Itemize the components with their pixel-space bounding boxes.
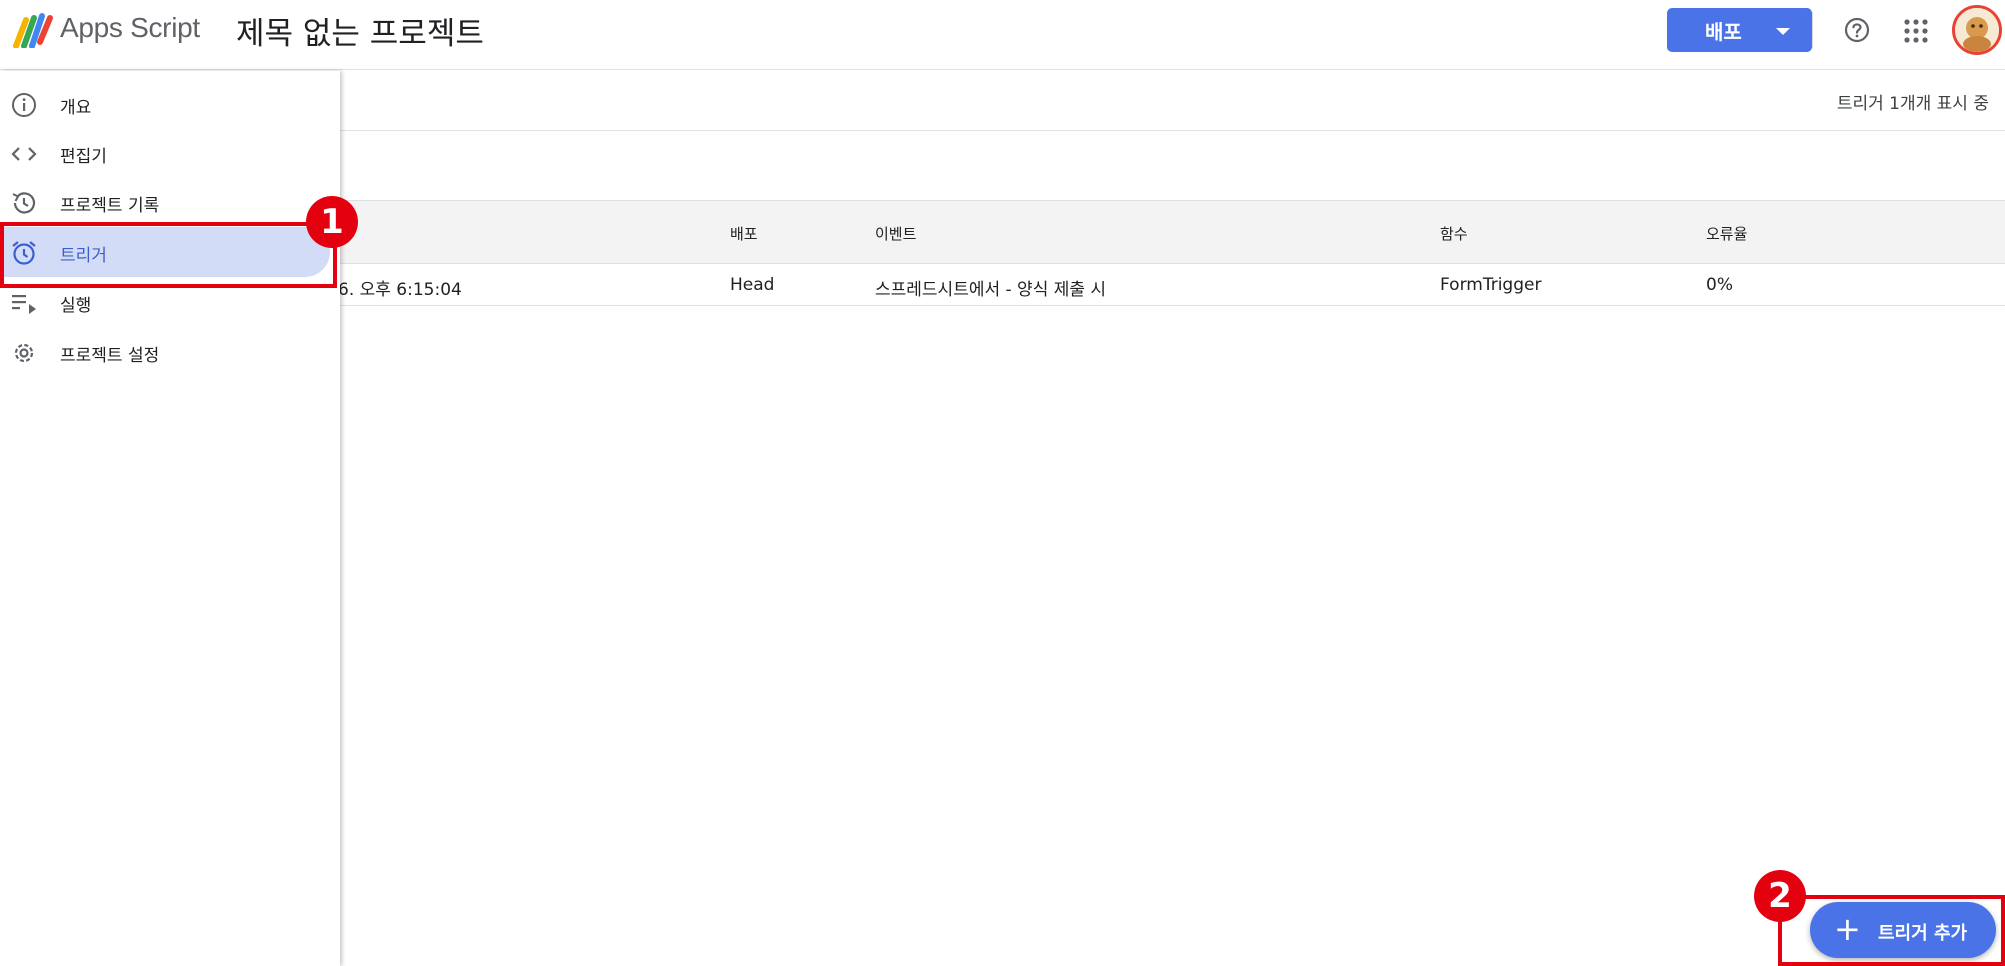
nav-item-label: 개요: [60, 98, 92, 118]
info-icon: [12, 93, 36, 117]
cell-error-rate: 0%: [1706, 275, 1733, 295]
help-icon[interactable]: [1843, 16, 1871, 44]
code-icon: [11, 147, 37, 161]
alarm-icon: [12, 241, 36, 265]
nav-item-label: 트리거: [60, 246, 107, 266]
google-apps-grid-icon[interactable]: [1903, 18, 1929, 44]
nav-item-overview[interactable]: 개요: [0, 79, 330, 129]
column-header-event[interactable]: 이벤트: [875, 223, 916, 244]
nav-item-triggers[interactable]: 트리거: [0, 227, 330, 277]
table-row[interactable]: 6. 오후 6:15:04 Head 스프레드시트에서 - 양식 제출 시 Fo…: [338, 264, 2005, 306]
cell-deployment: Head: [730, 275, 775, 295]
trigger-count-text: 트리거 1개개 표시 중: [1836, 94, 1989, 114]
add-trigger-button[interactable]: + 트리거 추가: [1810, 902, 1996, 958]
nav-item-label: 실행: [60, 296, 92, 316]
nav-item-editor[interactable]: 편집기: [0, 128, 330, 178]
avatar-image-icon: [1955, 8, 1999, 52]
nav-item-label: 프로젝트 설정: [60, 346, 160, 366]
caret-down-icon: [1776, 28, 1790, 35]
column-header-deployment[interactable]: 배포: [730, 223, 758, 244]
cell-last-run: 6. 오후 6:15:04: [338, 280, 462, 300]
nav-item-project-history[interactable]: 프로젝트 기록: [0, 177, 330, 227]
nav-item-label: 프로젝트 기록: [60, 196, 160, 216]
nav-item-project-settings[interactable]: 프로젝트 설정: [0, 327, 330, 377]
nav-item-executions[interactable]: 실행: [0, 277, 330, 327]
apps-script-logo-icon[interactable]: [12, 12, 54, 48]
header-divider: [1812, 12, 1813, 48]
deploy-button-label: 배포: [1705, 19, 1742, 44]
column-header-error-rate[interactable]: 오류율: [1706, 223, 1747, 244]
cell-function: FormTrigger: [1440, 275, 1542, 295]
nav-item-label: 편집기: [60, 147, 107, 167]
column-header-function[interactable]: 함수: [1440, 223, 1468, 244]
trigger-count-bar: 트리거 1개개 표시 중: [340, 71, 2005, 131]
executions-icon: [12, 295, 36, 314]
plus-icon: +: [1834, 910, 1861, 948]
annotation-badge-1: 1: [306, 196, 358, 248]
cell-event: 스프레드시트에서 - 양식 제출 시: [875, 280, 1107, 300]
deploy-button[interactable]: 배포: [1667, 8, 1812, 52]
table-header: 배포 이벤트 함수 오류율: [340, 200, 2005, 264]
triggers-panel: 트리거 1개개 표시 중 배포 이벤트 함수 오류율 6. 오후 6:15:04…: [338, 71, 2005, 966]
account-avatar[interactable]: [1952, 5, 2002, 55]
brand-name[interactable]: Apps Script: [60, 12, 200, 44]
gear-icon: [14, 343, 34, 363]
left-navigation-drawer: 개요 편집기 프로젝트 기록 트리거 실행 프로젝트 설정: [0, 71, 340, 966]
project-title[interactable]: 제목 없는 프로젝트: [236, 8, 484, 53]
top-app-bar: Apps Script 제목 없는 프로젝트 배포: [0, 0, 2005, 70]
annotation-badge-2: 2: [1754, 870, 1806, 922]
history-icon: [12, 192, 36, 214]
add-trigger-label: 트리거 추가: [1878, 923, 1968, 944]
